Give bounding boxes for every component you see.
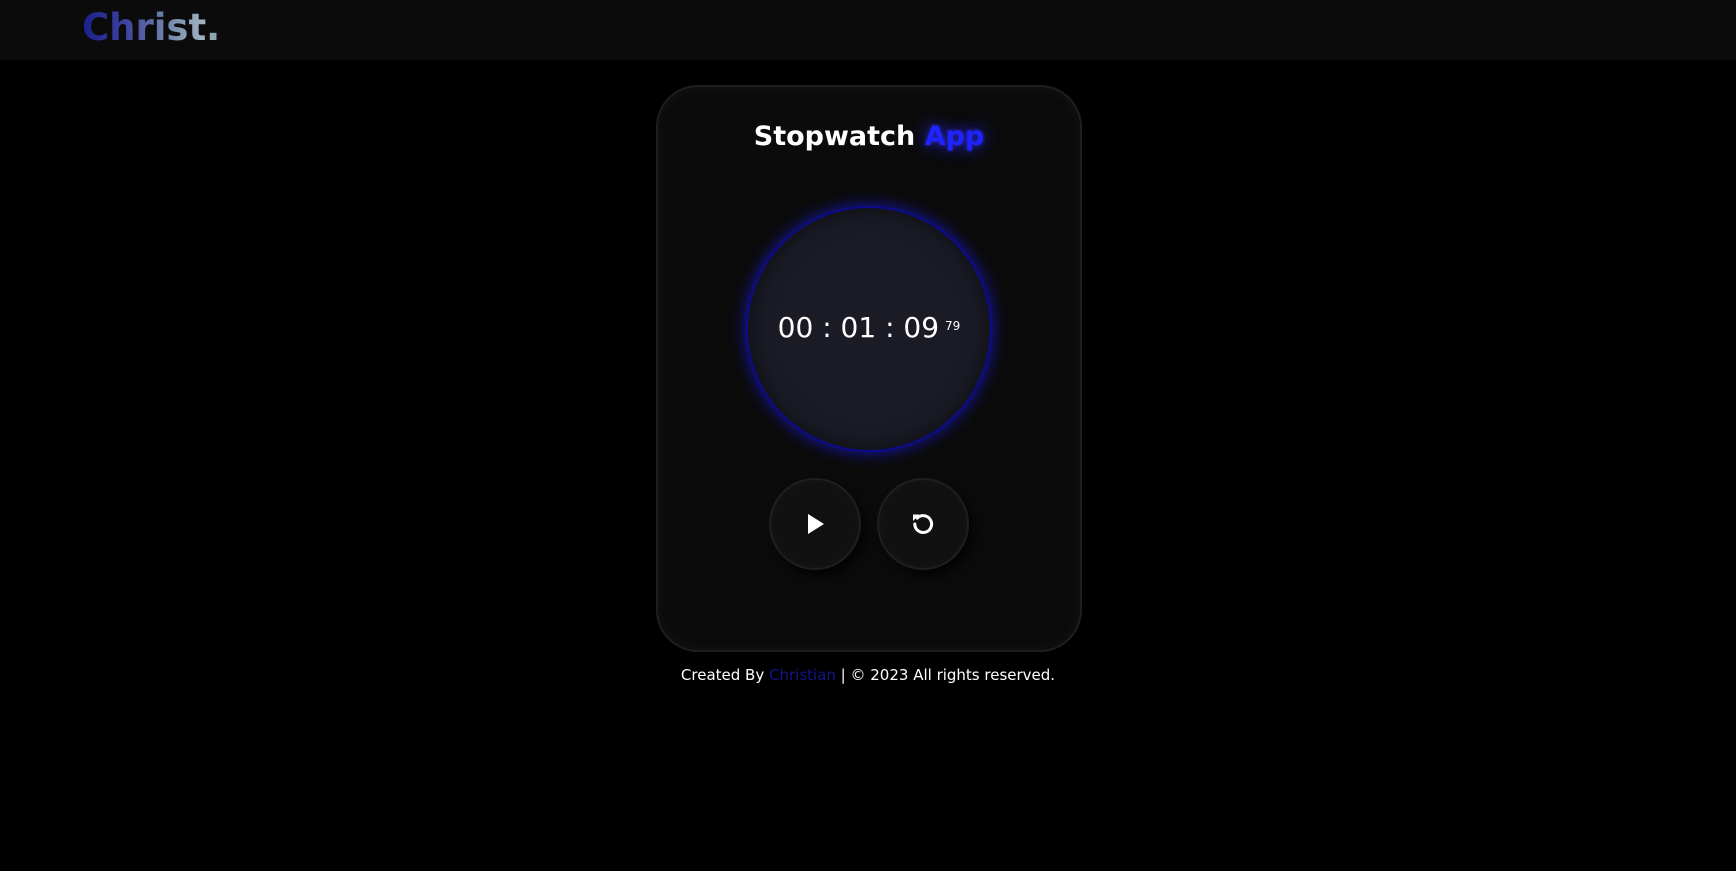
stopwatch-card: Stopwatch App 00 : 01 : 09 79 [658,87,1080,650]
timer-main: 00 : 01 : 09 [777,311,940,344]
timer-display: 00 : 01 : 09 79 [748,308,990,348]
timer-milliseconds: 79 [945,319,961,333]
logo[interactable]: Christ. [82,6,220,50]
footer-copyright: | © 2023 All rights reserved. [840,666,1056,684]
logo-dot: . [206,6,221,49]
reset-icon [913,514,934,534]
play-icon [808,514,824,534]
logo-text: Christ [82,6,207,49]
top-bar: Christ. [0,0,1736,60]
app-title-main: Stopwatch [753,121,916,152]
footer-prefix: Created By [680,666,765,684]
app-title-accent: App [924,121,985,152]
app-title: Stopwatch App [658,117,1080,157]
author-link[interactable]: Christian [769,666,836,684]
play-button[interactable] [771,480,859,568]
footer: Created By Christian | © 2023 All rights… [0,664,1736,686]
timer-dial: 00 : 01 : 09 79 [748,208,990,450]
reset-button[interactable] [879,480,967,568]
